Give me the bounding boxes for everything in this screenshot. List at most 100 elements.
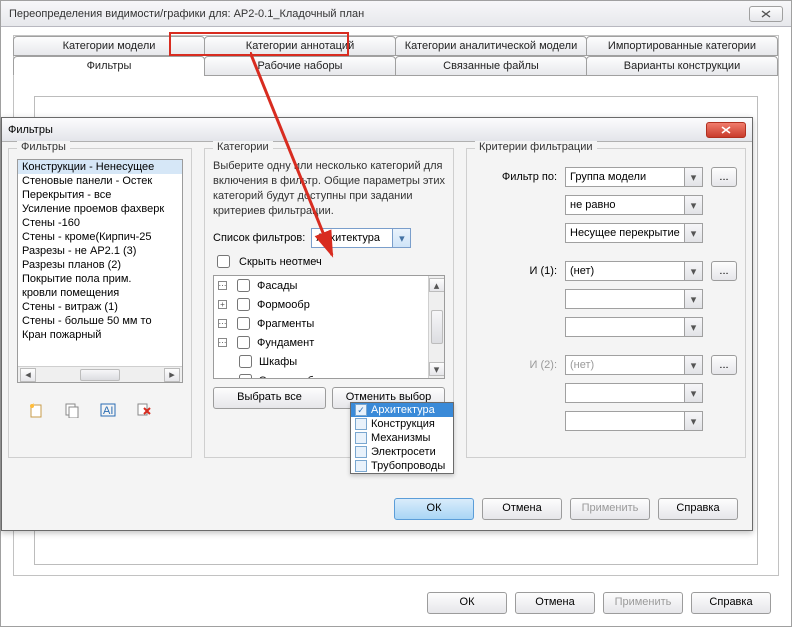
list-item[interactable]: Стены - кроме(Кирпич-25 [18,230,182,244]
tab-filters[interactable]: Фильтры [13,56,205,76]
parent-titlebar: Переопределения видимости/графики для: А… [1,1,791,27]
and2-value-combo[interactable]: ▾ [565,411,703,431]
dialog-titlebar[interactable]: Фильтры [2,118,752,142]
dialog-help-button[interactable]: Справка [658,498,738,520]
and1-param-combo[interactable]: (нет)▾ [565,261,703,281]
hide-unchecked-checkbox[interactable] [217,255,230,268]
parent-button-row: ОК Отмена Применить Справка [427,592,771,614]
chevron-down-icon: ▾ [392,229,410,247]
dialog-cancel-button[interactable]: Отмена [482,498,562,520]
tab-imported-categories[interactable]: Импортированные категории [586,36,778,56]
dropdown-option[interactable]: ✓Архитектура [351,403,453,417]
parent-ok-button[interactable]: ОК [427,592,507,614]
category-tree[interactable]: ⋯Фасады +Формообр ⋯Фрагменты ⋯Фундамент … [213,275,445,379]
parent-help-button[interactable]: Справка [691,592,771,614]
tab-worksets[interactable]: Рабочие наборы [204,56,396,76]
expand-icon[interactable]: ⋯ [218,319,227,328]
parent-close-button[interactable] [749,6,783,22]
scroll-thumb[interactable] [80,369,120,381]
tab-model-categories[interactable]: Категории модели [13,36,205,56]
tree-checkbox[interactable] [237,317,250,330]
parameter-browse-button[interactable]: ... [711,167,737,187]
tab-annotation-categories[interactable]: Категории аннотаций [204,36,396,56]
list-item[interactable]: Стеновые панели - Остек [18,174,182,188]
tree-checkbox[interactable] [237,279,250,292]
operator-combo[interactable]: не равно▾ [565,195,703,215]
list-item[interactable]: Стены - витраж (1) [18,300,182,314]
scroll-down-button[interactable]: ▾ [429,362,445,376]
chevron-down-icon: ▾ [684,412,702,430]
dialog-ok-button[interactable]: ОК [394,498,474,520]
dropdown-option[interactable]: Конструкция [351,417,453,431]
and2-browse-button[interactable]: ... [711,355,737,375]
list-item[interactable]: Разрезы планов (2) [18,258,182,272]
and1-browse-button[interactable]: ... [711,261,737,281]
list-item[interactable]: Разрезы - не АР2.1 (3) [18,244,182,258]
tree-node[interactable]: Шкафы [214,352,444,371]
filter-list-combo[interactable]: Архитектура ▾ [311,228,411,248]
list-item[interactable]: Покрытие пола прим. [18,272,182,286]
expand-icon[interactable]: ⋯ [218,338,227,347]
tree-node[interactable]: Электрооборудование [214,371,444,379]
and2-op-combo[interactable]: ▾ [565,383,703,403]
tree-node[interactable]: ⋯Фундамент [214,333,444,352]
dropdown-option[interactable]: Трубопроводы [351,459,453,473]
expand-icon[interactable]: ⋯ [218,281,227,290]
value-combo[interactable]: Несущее перекрытие▾ [565,223,703,243]
and1-label: И (1): [475,265,557,277]
delete-filter-icon[interactable] [135,401,153,419]
parent-cancel-button[interactable]: Отмена [515,592,595,614]
tree-node[interactable]: +Формообр [214,295,444,314]
dropdown-option[interactable]: Механизмы [351,431,453,445]
parent-title-text: Переопределения видимости/графики для: А… [9,1,364,27]
tree-checkbox[interactable] [237,336,250,349]
tree-checkbox[interactable] [237,298,250,311]
scroll-up-button[interactable]: ▴ [429,278,445,292]
tree-checkbox[interactable] [239,355,252,368]
rename-filter-icon[interactable]: AI [99,401,117,419]
and1-value-combo[interactable]: ▾ [565,317,703,337]
list-item[interactable]: Усиление проемов фахверк [18,202,182,216]
scroll-left-button[interactable]: ◂ [20,368,36,382]
tree-checkbox[interactable] [239,374,252,379]
category-tree-vscroll[interactable]: ▴ ▾ [428,276,444,378]
check-icon [355,446,367,458]
duplicate-filter-icon[interactable] [63,401,81,419]
filters-list-hscroll[interactable]: ◂ ▸ [18,366,182,382]
dialog-button-row: ОК Отмена Применить Справка [394,498,738,520]
criteria-group-legend: Критерии фильтрации [475,141,597,153]
tab-linked-files[interactable]: Связанные файлы [395,56,587,76]
dialog-title-text: Фильтры [8,124,53,136]
filter-list-dropdown[interactable]: ✓Архитектура Конструкция Механизмы Элект… [350,402,454,474]
expand-icon[interactable]: + [218,300,227,309]
scroll-right-button[interactable]: ▸ [164,368,180,382]
list-item[interactable]: Конструкции - Ненесущее [18,160,182,174]
chevron-down-icon: ▾ [684,356,702,374]
filters-groupbox: Фильтры Конструкции - Ненесущее Стеновые… [8,148,192,458]
scroll-thumb[interactable] [431,310,443,344]
chevron-down-icon: ▾ [684,224,702,242]
and1-op-combo[interactable]: ▾ [565,289,703,309]
dialog-close-button[interactable] [706,122,746,138]
list-item[interactable]: Стены - больше 50 мм то [18,314,182,328]
tree-node[interactable]: ⋯Фрагменты [214,314,444,333]
filters-listbox[interactable]: Конструкции - Ненесущее Стеновые панели … [17,159,183,383]
list-item[interactable]: Кран пожарный [18,328,182,342]
list-item[interactable]: Стены -160 [18,216,182,230]
tab-analytical-categories[interactable]: Категории аналитической модели [395,36,587,56]
list-item[interactable]: Перекрытия - все [18,188,182,202]
categories-hint: Выберите одну или несколько категорий дл… [213,159,445,218]
parent-apply-button[interactable]: Применить [603,592,683,614]
check-icon [355,460,367,472]
tab-design-options[interactable]: Варианты конструкции [586,56,778,76]
select-all-button[interactable]: Выбрать все [213,387,326,409]
chevron-down-icon: ▾ [684,318,702,336]
dropdown-option[interactable]: Электросети [351,445,453,459]
list-item[interactable]: кровли помещения [18,286,182,300]
dialog-apply-button[interactable]: Применить [570,498,650,520]
parameter-combo[interactable]: Группа модели▾ [565,167,703,187]
new-filter-icon[interactable] [27,401,45,419]
chevron-down-icon: ▾ [684,168,702,186]
and2-param-combo[interactable]: (нет)▾ [565,355,703,375]
tree-node[interactable]: ⋯Фасады [214,276,444,295]
